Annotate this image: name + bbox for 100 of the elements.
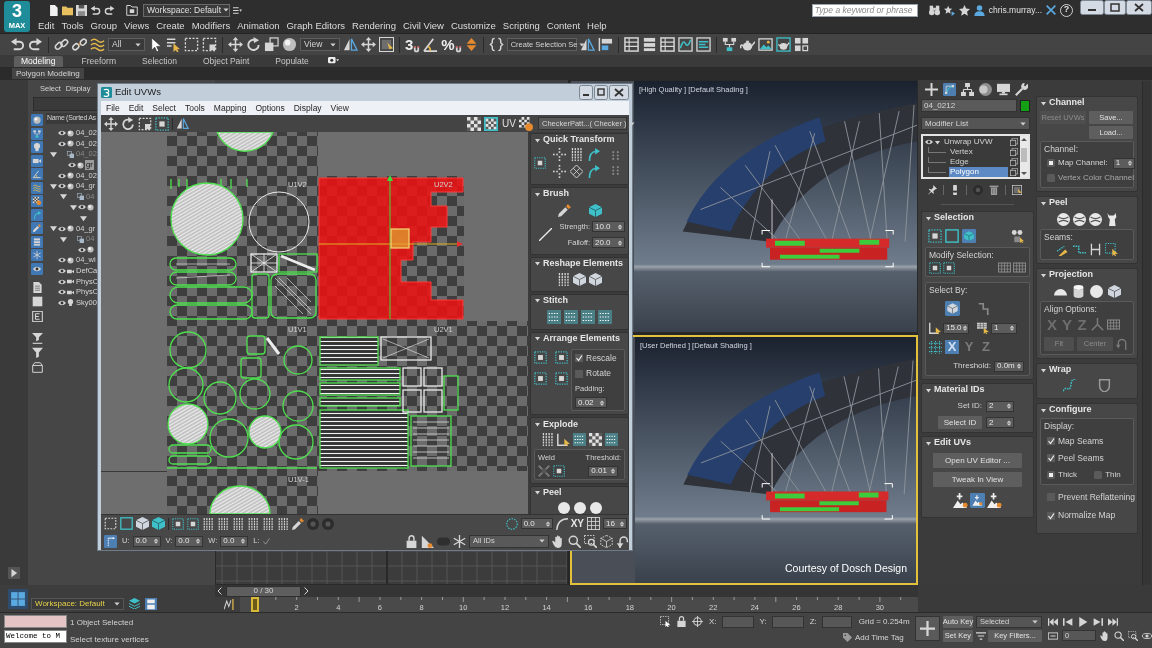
- triangle-icon[interactable]: [1041, 272, 1046, 278]
- checkerboard-icon[interactable]: [467, 116, 482, 131]
- triangle-icon[interactable]: [60, 193, 67, 201]
- hook-icon[interactable]: [616, 534, 629, 548]
- axis-toggle[interactable]: XY: [570, 516, 584, 531]
- angle-spinner[interactable]: 15.0: [943, 322, 969, 334]
- checkbox-label[interactable]: Peel Seams: [1058, 451, 1104, 465]
- bulb-icon[interactable]: [31, 141, 43, 153]
- dashed-path-icon[interactable]: [1072, 243, 1086, 256]
- node-graph-icon[interactable]: [31, 127, 43, 140]
- minimize-icon[interactable]: [1080, 0, 1104, 15]
- redo-arrow-icon[interactable]: [28, 37, 43, 52]
- channel-spinner[interactable]: 1: [1112, 157, 1135, 169]
- project-folder-icon[interactable]: [126, 4, 138, 16]
- triangle-icon[interactable]: [535, 490, 540, 495]
- ribbon-tab[interactable]: Populate: [268, 56, 316, 67]
- eye-icon[interactable]: [58, 256, 66, 265]
- radio-label[interactable]: Thin: [1105, 468, 1121, 481]
- stacked-layers-icon[interactable]: [129, 598, 140, 609]
- minimize-icon[interactable]: [579, 85, 593, 100]
- dashed-bars-icon[interactable]: [541, 433, 554, 447]
- node-graph-icon[interactable]: [721, 37, 737, 52]
- menu-item[interactable]: Group: [90, 19, 117, 34]
- open-box-icon[interactable]: [31, 361, 43, 373]
- menu-item[interactable]: View: [330, 101, 349, 115]
- coordinate-spinner[interactable]: 0.0: [132, 535, 161, 547]
- menu-item[interactable]: File: [106, 101, 120, 115]
- ball-icon[interactable]: [573, 501, 586, 514]
- ruler-triangle-icon[interactable]: [421, 534, 434, 548]
- prev-frame-icon[interactable]: [1063, 617, 1073, 627]
- mesh-grid-icon[interactable]: [998, 261, 1011, 274]
- caret-icon[interactable]: [628, 120, 635, 127]
- menu-item[interactable]: Options: [255, 101, 285, 115]
- dotted-frame-icon[interactable]: [172, 517, 184, 530]
- line-icon[interactable]: [539, 228, 552, 242]
- menu-item[interactable]: Customize: [450, 19, 496, 34]
- document-icon[interactable]: [31, 281, 43, 293]
- move-arrows-icon[interactable]: [361, 37, 376, 52]
- coordinate-system-dropdown[interactable]: View: [300, 38, 340, 51]
- dotted-cross-icon[interactable]: [553, 148, 566, 161]
- bracket-bar-icon[interactable]: [1088, 243, 1102, 256]
- scale-square-icon[interactable]: [264, 37, 279, 52]
- radio-label[interactable]: Thick: [1058, 468, 1078, 481]
- curve-graph-icon[interactable]: [677, 37, 693, 52]
- triangle-icon[interactable]: [535, 421, 540, 427]
- rollout-title[interactable]: Channel: [1049, 96, 1085, 110]
- workspace-dropdown[interactable]: Workspace: Default: [143, 3, 230, 17]
- wrap-spline-icon[interactable]: [1063, 379, 1076, 392]
- set-keys-button[interactable]: [915, 616, 940, 641]
- zoom-region-icon[interactable]: [1128, 630, 1138, 641]
- dotted-frame-icon[interactable]: [555, 371, 568, 385]
- curved-arrow-icon[interactable]: [31, 208, 43, 221]
- spinner-arrows-icon[interactable]: [1009, 324, 1015, 332]
- spinner-arrows-icon[interactable]: [1006, 418, 1012, 427]
- cube-icon[interactable]: [1107, 285, 1121, 298]
- eye-icon[interactable]: [925, 138, 933, 146]
- stack-item[interactable]: Unwrap UVW: [943, 137, 1008, 147]
- curved-arrow-icon[interactable]: [587, 165, 600, 178]
- mirror-triangles-icon[interactable]: [176, 117, 189, 130]
- menu-item[interactable]: Animation: [237, 19, 280, 34]
- menu-item[interactable]: Tools: [61, 19, 84, 34]
- snap-toggle[interactable]: 3: [405, 36, 421, 53]
- brush-spinner[interactable]: 20.0: [592, 237, 625, 249]
- rollout-title[interactable]: Configure: [1049, 403, 1092, 417]
- menu-item[interactable]: Help: [587, 19, 607, 34]
- ribbon-tab[interactable]: Modeling: [14, 56, 63, 67]
- orbit-icon[interactable]: [1142, 630, 1152, 641]
- dotted-rows-icon[interactable]: [573, 433, 586, 447]
- rotate-arrow-icon[interactable]: [121, 116, 135, 131]
- chevron-right-icon[interactable]: [302, 587, 310, 595]
- app-icon[interactable]: [101, 87, 112, 98]
- list-cursor-icon[interactable]: [166, 37, 181, 52]
- dotted-rows-icon[interactable]: [564, 309, 578, 324]
- framed-square-icon[interactable]: [1012, 185, 1022, 195]
- spinner-arrows-icon[interactable]: [617, 238, 623, 247]
- coordinate-field[interactable]: [721, 615, 754, 628]
- chevron-left-icon[interactable]: [216, 587, 224, 595]
- ribbon-tab[interactable]: Selection: [135, 56, 184, 67]
- dashed-circle-icon[interactable]: [505, 517, 518, 530]
- caret-icon[interactable]: [1032, 619, 1038, 625]
- up-down-triangles-icon[interactable]: [464, 38, 478, 51]
- hand-icon[interactable]: [1100, 630, 1110, 641]
- lock-icon[interactable]: [676, 616, 687, 627]
- spinner-arrows-icon[interactable]: [1006, 402, 1012, 410]
- layers-icon[interactable]: [31, 235, 43, 248]
- menu-item[interactable]: Mapping: [213, 101, 247, 115]
- eye-icon[interactable]: [58, 139, 66, 148]
- magnet-icon[interactable]: [413, 45, 421, 53]
- caret-icon[interactable]: [579, 41, 586, 48]
- peel-ball-icon[interactable]: [1056, 213, 1070, 226]
- triangle-icon[interactable]: [50, 225, 57, 233]
- padding-spinner[interactable]: 0.02: [575, 397, 607, 409]
- user-name[interactable]: chris.murray...: [988, 3, 1042, 17]
- pages-icon[interactable]: [1010, 148, 1018, 156]
- angle-icon[interactable]: [31, 168, 43, 180]
- menu-item[interactable]: Edit: [38, 19, 55, 34]
- teapot-frame-icon[interactable]: [775, 37, 791, 52]
- dashed-bars-icon[interactable]: [232, 517, 244, 530]
- move-arrows-icon[interactable]: [228, 37, 243, 52]
- squiggle-icon[interactable]: [31, 181, 43, 194]
